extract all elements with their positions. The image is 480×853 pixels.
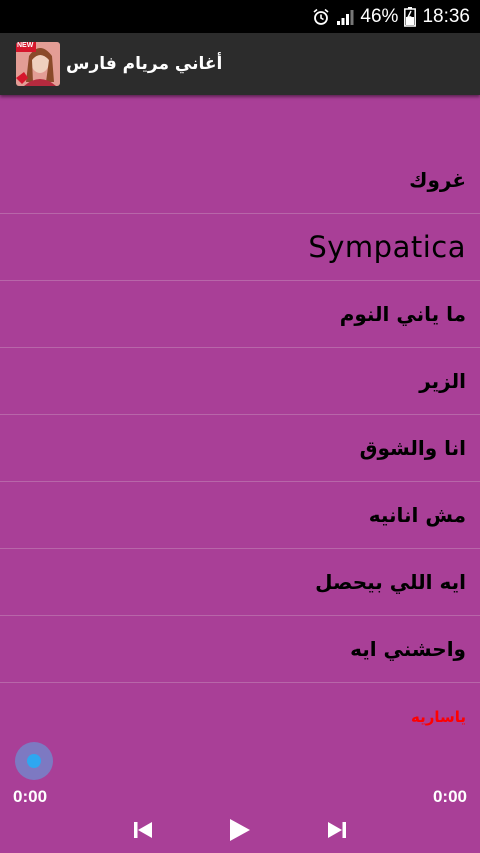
total-time: 0:00 [432,787,467,806]
media-player: 0:00 0:00 [0,735,480,853]
battery-percent: 46% [360,5,399,27]
song-list-item[interactable]: غروك [0,147,480,214]
song-title: واحشني ايه [350,637,466,661]
skip-next-icon[interactable] [322,815,352,845]
song-title: Sympatica [308,230,466,264]
song-list-item[interactable]: الزير [0,348,480,415]
signal-icon [337,9,354,25]
battery-icon [404,6,417,27]
song-list-item[interactable]: ايه اللي بيحصل [0,549,480,616]
app-cover-icon[interactable]: NEW [16,42,60,86]
status-bar: 46% 18:36 [0,0,480,33]
app-title: أغاني مريام فارس [66,54,223,74]
app-bar: NEW أغاني مريام فارس [0,33,480,95]
song-list-item[interactable]: انا والشوق [0,415,480,482]
app-icon-badge: NEW [17,42,34,49]
song-title: ما ياني النوم [339,302,466,326]
now-playing-title: ياساريه [410,707,466,726]
status-icons: 46% 18:36 [312,0,470,33]
clock: 18:36 [422,5,470,27]
song-list-item[interactable]: مش انانيه [0,482,480,549]
skip-previous-icon[interactable] [128,815,158,845]
song-list: غروك Sympatica ما ياني النوم الزير انا و… [0,97,480,750]
song-title: انا والشوق [359,436,466,460]
song-list-item[interactable]: ما ياني النوم [0,281,480,348]
song-title: غروك [409,168,466,192]
song-title: ايه اللي بيحصل [315,570,466,594]
song-title: مش انانيه [368,503,466,527]
alarm-icon [313,8,329,25]
song-title: الزير [419,369,466,393]
song-list-item[interactable]: واحشني ايه [0,616,480,683]
seek-bar-thumb[interactable] [15,742,53,780]
seek-bar-thumb-dot [27,754,41,768]
elapsed-time: 0:00 [13,787,48,806]
song-list-item[interactable]: Sympatica [0,214,480,281]
play-icon[interactable] [224,815,254,845]
